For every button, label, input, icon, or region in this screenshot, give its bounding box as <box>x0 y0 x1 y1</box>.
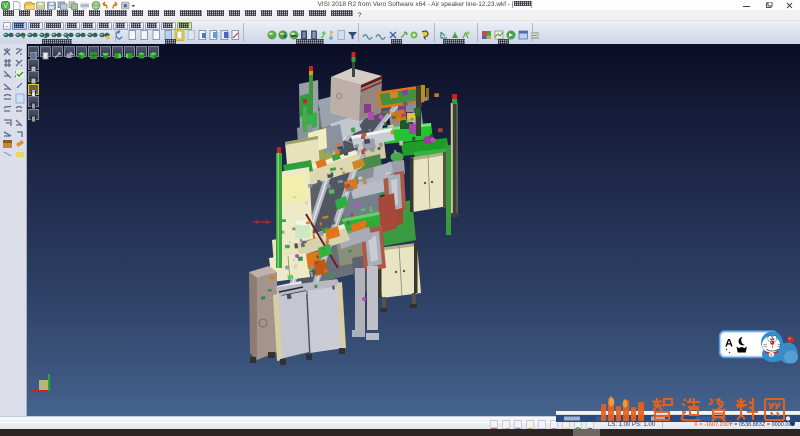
svg-text:A: A <box>725 338 733 350</box>
